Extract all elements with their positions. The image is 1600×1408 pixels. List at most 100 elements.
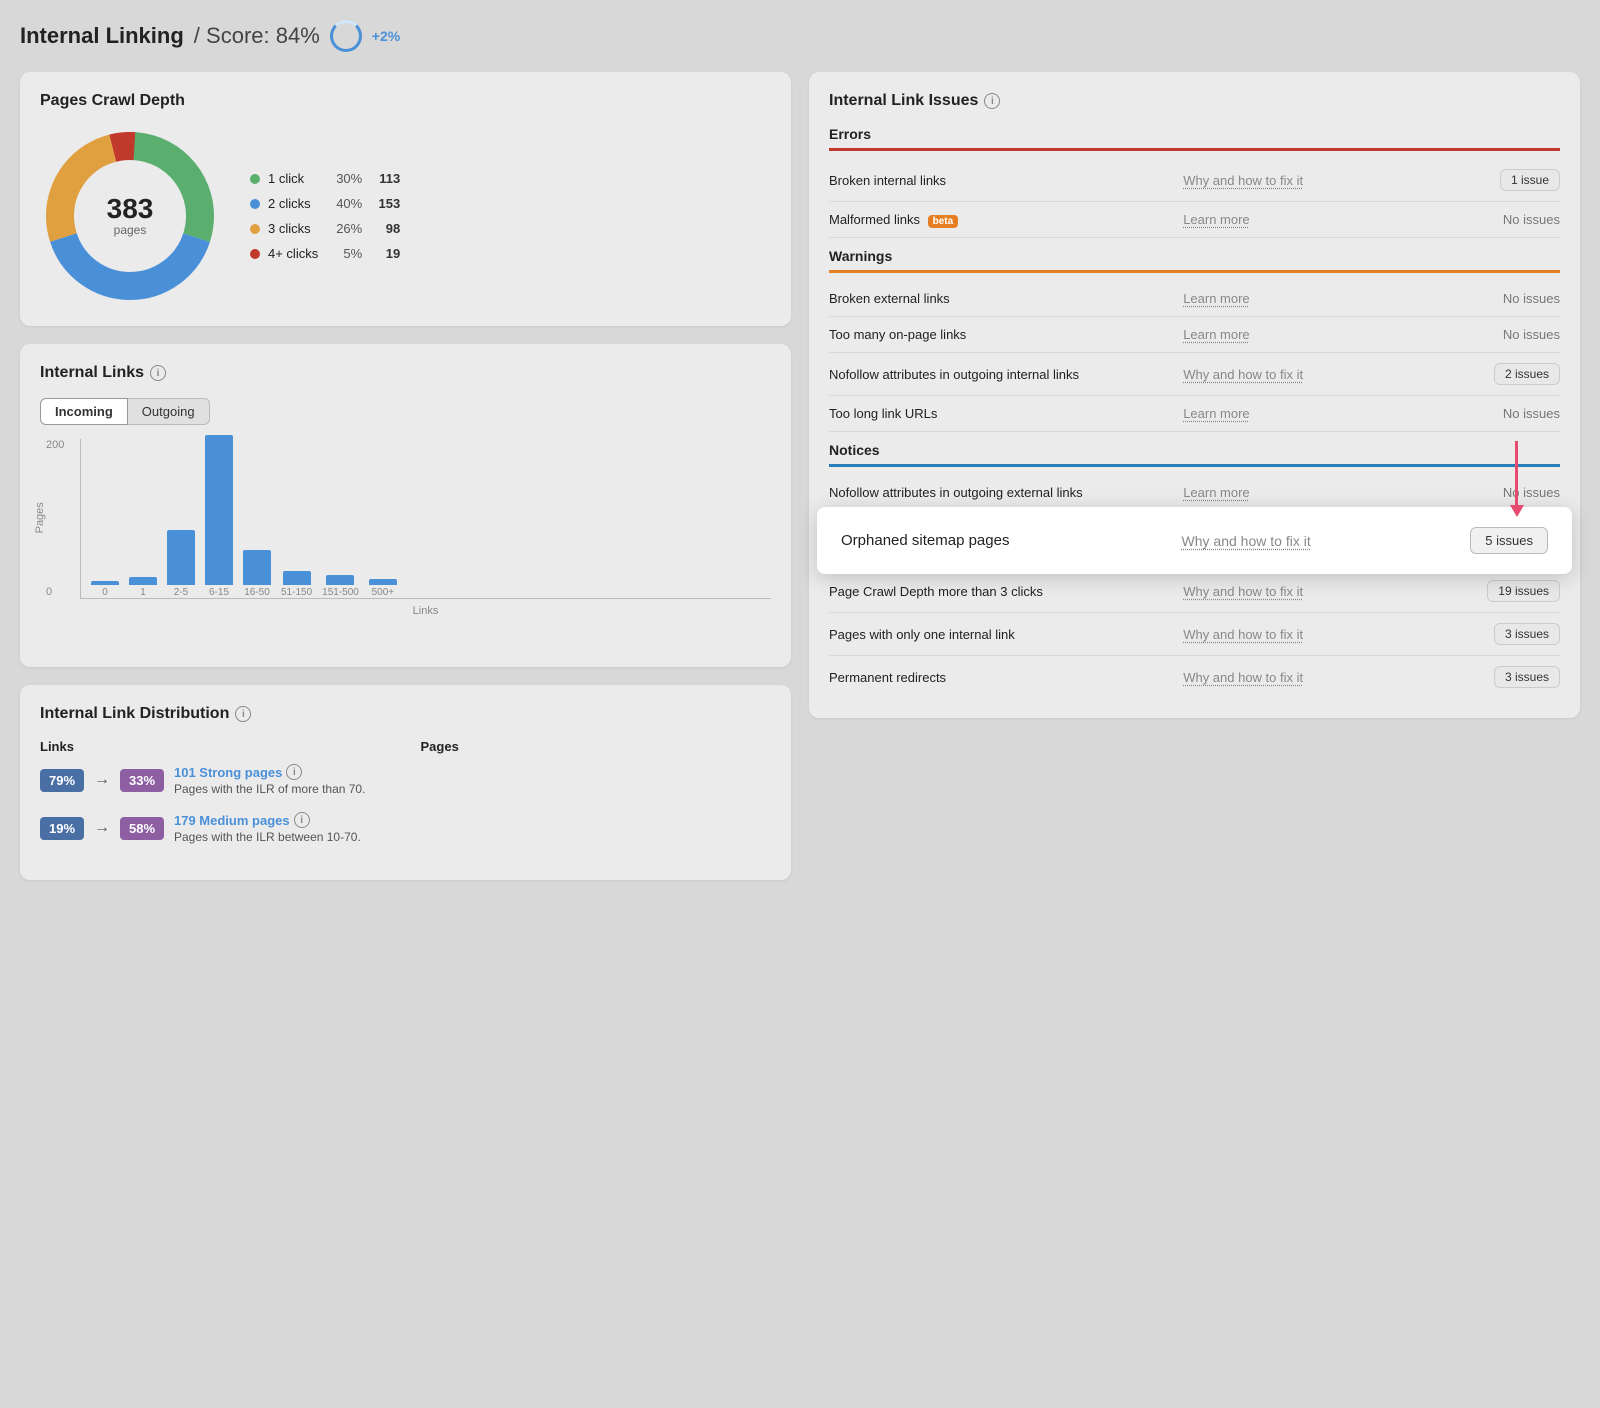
issue-one-internal-link: Pages with only one internal link Why an… <box>829 613 1560 656</box>
section-label-warnings: Warnings <box>829 248 1560 264</box>
score-circle-icon <box>330 20 362 52</box>
internal-links-info-icon[interactable]: i <box>150 365 166 381</box>
crawl-depth-legend: 1 click 30% 113 2 clicks 40% 153 3 click… <box>250 171 400 261</box>
bar-2-5: 2-5 <box>167 530 195 598</box>
nofollow-external-status: No issues <box>1480 485 1560 500</box>
bar-1: 1 <box>129 577 157 598</box>
legend-item-4clicks: 4+ clicks 5% 19 <box>250 246 400 261</box>
orphan-badge[interactable]: 5 issues <box>1470 527 1548 554</box>
section-label-notices: Notices <box>829 442 1560 458</box>
crawl-depth-link[interactable]: Why and how to fix it <box>1183 584 1303 599</box>
issues-info-icon[interactable]: i <box>984 93 1000 109</box>
score-label: / Score: 84% <box>194 23 320 49</box>
crawl-depth-card: Pages Crawl Depth 383 pages <box>20 72 791 326</box>
long-urls-link[interactable]: Learn more <box>1183 406 1249 421</box>
dist-page-link-2[interactable]: 179 Medium pages i <box>174 812 771 828</box>
malformed-links-status: No issues <box>1480 212 1560 227</box>
arrow-indicator <box>1515 441 1518 507</box>
issue-crawl-depth-3: Page Crawl Depth more than 3 clicks Why … <box>829 570 1560 613</box>
legend-dot-4clicks <box>250 249 260 259</box>
dist-page-pct-2: 58% <box>120 817 164 840</box>
donut-section: 383 pages 1 click 30% 113 2 clicks <box>40 126 771 306</box>
dist-info-2: 179 Medium pages i Pages with the ILR be… <box>174 812 771 844</box>
issues-card: Internal Link Issues i Errors Broken int… <box>809 72 1580 718</box>
donut-label: pages <box>107 223 154 237</box>
issue-permanent-redirects: Permanent redirects Why and how to fix i… <box>829 656 1560 698</box>
dist-link-pct-2: 19% <box>40 817 84 840</box>
bar-6-15-fill <box>205 435 233 585</box>
orphan-overlay: Orphaned sitemap pages Why and how to fi… <box>817 507 1572 574</box>
dist-page-link-1[interactable]: 101 Strong pages i <box>174 764 771 780</box>
medium-pages-info-icon[interactable]: i <box>294 812 310 828</box>
dist-arrow-1: → <box>94 771 110 789</box>
malformed-links-link[interactable]: Learn more <box>1183 212 1249 227</box>
bar-51-150-fill <box>283 571 311 585</box>
too-many-links-link[interactable]: Learn more <box>1183 327 1249 342</box>
issue-long-urls: Too long link URLs Learn more No issues <box>829 396 1560 432</box>
bar-16-50: 16-50 <box>243 550 271 598</box>
crawl-depth-badge[interactable]: 19 issues <box>1487 580 1560 602</box>
legend-dot-1click <box>250 174 260 184</box>
distribution-info-icon[interactable]: i <box>235 706 251 722</box>
broken-internal-badge[interactable]: 1 issue <box>1500 169 1560 191</box>
legend-item-2clicks: 2 clicks 40% 153 <box>250 196 400 211</box>
donut-total: 383 <box>107 195 154 223</box>
orphan-link[interactable]: Why and how to fix it <box>1182 533 1311 549</box>
orphan-popup-wrapper: Orphaned sitemap pages Why and how to fi… <box>819 507 1570 574</box>
redirects-link[interactable]: Why and how to fix it <box>1183 670 1303 685</box>
legend-item-1click: 1 click 30% 113 <box>250 171 400 186</box>
issue-malformed-links: Malformed links beta Learn more No issue… <box>829 202 1560 238</box>
section-label-errors: Errors <box>829 126 1560 142</box>
dist-page-desc-2: Pages with the ILR between 10-70. <box>174 830 771 844</box>
legend-dot-3clicks <box>250 224 260 234</box>
bar-0: 0 <box>91 581 119 598</box>
bar-16-50-fill <box>243 550 271 585</box>
dist-row-1: 79% → 33% 101 Strong pages i Pages with … <box>40 764 771 796</box>
legend-dot-2clicks <box>250 199 260 209</box>
orphan-name: Orphaned sitemap pages <box>841 532 1166 549</box>
bar-151-500-fill <box>326 575 354 585</box>
internal-links-card: Internal Links i Incoming Outgoing Pages… <box>20 344 791 667</box>
bar-chart: 200 0 0 1 2-5 <box>80 439 771 599</box>
redirects-badge[interactable]: 3 issues <box>1494 666 1560 688</box>
issue-too-many-links: Too many on-page links Learn more No iss… <box>829 317 1560 353</box>
notices-divider <box>829 464 1560 467</box>
bar-chart-container: Pages 200 0 0 1 <box>40 439 771 647</box>
dist-arrow-2: → <box>94 819 110 837</box>
tab-outgoing[interactable]: Outgoing <box>128 398 210 425</box>
one-link-link[interactable]: Why and how to fix it <box>1183 627 1303 642</box>
donut-chart: 383 pages <box>40 126 220 306</box>
nofollow-outgoing-badge[interactable]: 2 issues <box>1494 363 1560 385</box>
too-many-links-status: No issues <box>1480 327 1560 342</box>
issue-broken-internal: Broken internal links Why and how to fix… <box>829 159 1560 202</box>
warnings-divider <box>829 270 1560 273</box>
broken-internal-link[interactable]: Why and how to fix it <box>1183 173 1303 188</box>
issues-title: Internal Link Issues i <box>829 92 1560 110</box>
page-header: Internal Linking / Score: 84% +2% <box>20 20 1580 52</box>
tab-incoming[interactable]: Incoming <box>40 398 128 425</box>
internal-links-title: Internal Links i <box>40 364 771 382</box>
bar-151-500: 151-500 <box>322 575 359 598</box>
nofollow-outgoing-link[interactable]: Why and how to fix it <box>1183 367 1303 382</box>
broken-external-status: No issues <box>1480 291 1560 306</box>
donut-center: 383 pages <box>107 195 154 237</box>
y-axis-label: Pages <box>34 502 46 533</box>
broken-external-link[interactable]: Learn more <box>1183 291 1249 306</box>
one-link-badge[interactable]: 3 issues <box>1494 623 1560 645</box>
distribution-card: Internal Link Distribution i Links Pages… <box>20 685 791 880</box>
issue-nofollow-outgoing: Nofollow attributes in outgoing internal… <box>829 353 1560 396</box>
bar-51-150: 51-150 <box>281 571 312 598</box>
crawl-depth-title: Pages Crawl Depth <box>40 92 771 110</box>
issue-broken-external: Broken external links Learn more No issu… <box>829 281 1560 317</box>
long-urls-status: No issues <box>1480 406 1560 421</box>
bar-2-5-fill <box>167 530 195 585</box>
bar-0-fill <box>91 581 119 585</box>
bar-6-15: 6-15 <box>205 435 233 598</box>
distribution-header: Links Pages <box>40 739 771 754</box>
page-title: Internal Linking <box>20 23 184 49</box>
bar-500plus-fill <box>369 579 397 585</box>
internal-links-tabs: Incoming Outgoing <box>40 398 771 425</box>
errors-divider <box>829 148 1560 151</box>
nofollow-external-link[interactable]: Learn more <box>1183 485 1249 500</box>
strong-pages-info-icon[interactable]: i <box>286 764 302 780</box>
